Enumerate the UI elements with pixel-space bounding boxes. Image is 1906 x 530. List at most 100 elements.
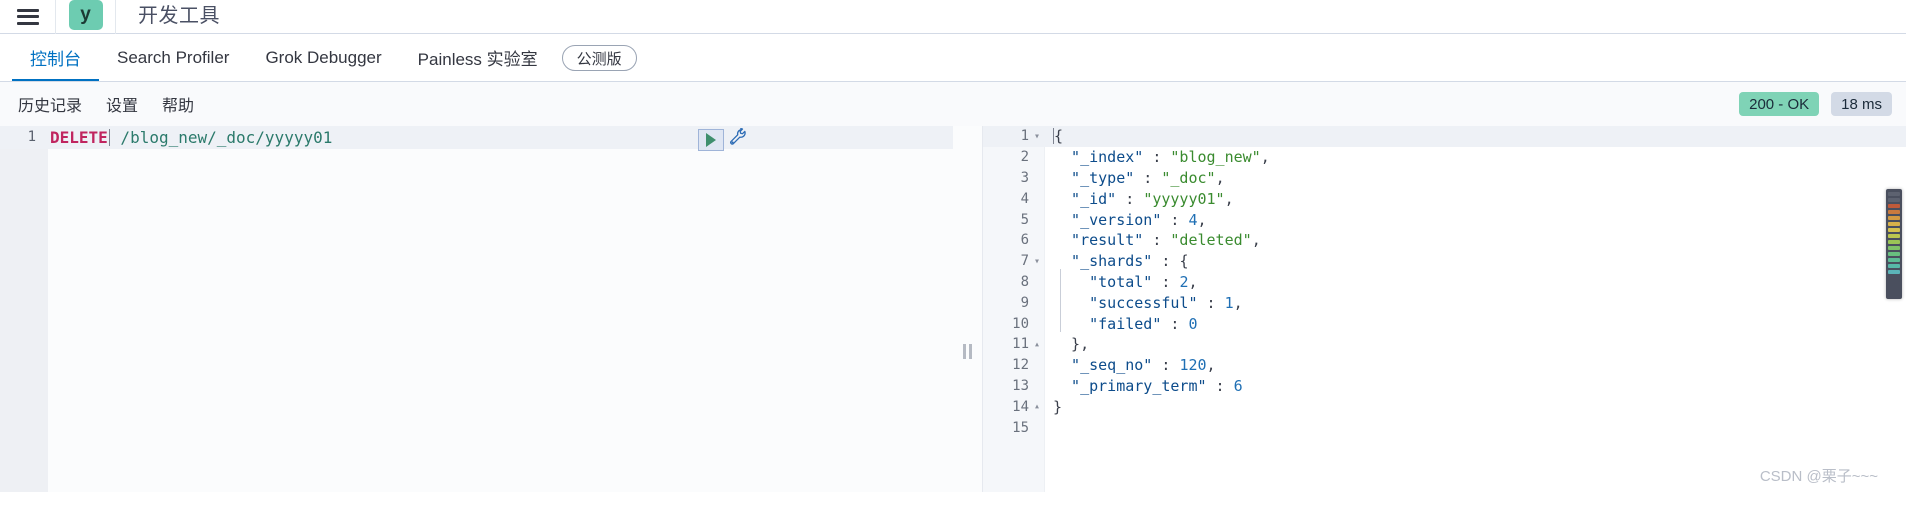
code-minimap[interactable] — [1886, 189, 1902, 299]
response-json[interactable]: 1 ▾{2 "_index" : "blog_new", 3 "_type" : "… — [983, 126, 1906, 492]
response-line: 6 "result" : "deleted", — [983, 230, 1906, 251]
response-status-group: 200 - OK 18 ms — [1739, 92, 1892, 116]
request-path: /blog_new/_doc/yyyyy01 — [110, 128, 333, 147]
response-line-text: "_primary_term" : 6 — [1053, 376, 1243, 395]
minimap-bar — [1888, 246, 1900, 250]
logo-badge: y — [68, 0, 103, 30]
top-chrome-bar: y 开发工具 — [0, 0, 1906, 34]
menu-item-help[interactable]: 帮助 — [150, 88, 206, 120]
response-line: 5 "_version" : 4, — [983, 209, 1906, 230]
pane-splitter[interactable] — [953, 126, 983, 492]
response-line: 1 ▾ { — [983, 126, 1906, 147]
minimap-bar — [1888, 240, 1900, 244]
splitter-grip-icon — [963, 344, 972, 359]
response-line: 11 ▴ }, — [983, 334, 1906, 355]
response-line-text: "result" : "deleted", — [1053, 231, 1261, 250]
minimap-bar — [1888, 270, 1900, 274]
request-actions — [698, 127, 748, 152]
response-line-number: 2 — [1020, 149, 1029, 166]
response-line-number: 4 — [1020, 190, 1029, 207]
response-line-text: "failed" : 0 — [1053, 314, 1198, 333]
request-gutter — [0, 126, 48, 492]
response-line-text: "total" : 2, — [1053, 272, 1198, 291]
code-fold-toggle-icon[interactable]: ▾ — [1029, 131, 1045, 142]
response-line-number: 1 — [1020, 128, 1029, 145]
response-line-number: 15 — [1012, 419, 1029, 436]
response-line-number: 10 — [1012, 315, 1029, 332]
minimap-bar — [1888, 258, 1900, 262]
minimap-bar — [1888, 204, 1900, 208]
console-split-view: 1 DELETE /blog_new/_doc/yyyyy01 1 ▾{2 "_i… — [0, 126, 1906, 492]
response-line-number: 7 — [1020, 253, 1029, 270]
tab-painless-lab[interactable]: Painless 实验室 — [400, 34, 556, 81]
code-fold-toggle-icon[interactable]: ▾ — [1029, 256, 1045, 267]
tab-console[interactable]: 控制台 — [12, 34, 99, 81]
console-menu-bar: 历史记录 设置 帮助 200 - OK 18 ms — [0, 82, 1906, 126]
app-logo-button[interactable]: y — [56, 0, 116, 34]
minimap-bar — [1888, 198, 1900, 202]
tab-grok-debugger-label: Grok Debugger — [265, 47, 382, 67]
request-editor-pane[interactable]: 1 DELETE /blog_new/_doc/yyyyy01 — [0, 126, 953, 492]
minimap-bar — [1888, 252, 1900, 256]
status-badge: 200 - OK — [1739, 92, 1820, 116]
play-triangle-icon — [706, 132, 716, 147]
beta-badge: 公测版 — [561, 45, 637, 71]
response-line-number: 8 — [1020, 273, 1029, 290]
response-time-badge: 18 ms — [1831, 92, 1892, 116]
tab-console-label: 控制台 — [30, 50, 81, 69]
minimap-bar — [1888, 222, 1900, 226]
response-line-text: "_seq_no" : 120, — [1053, 356, 1216, 375]
devtools-tabs: 控制台 Search Profiler Grok Debugger Painle… — [0, 34, 1906, 82]
code-fold-toggle-icon[interactable]: ▴ — [1029, 401, 1045, 412]
response-line: 14 ▴} — [983, 396, 1906, 417]
menu-item-settings[interactable]: 设置 — [94, 88, 150, 120]
response-line-text: "successful" : 1, — [1053, 293, 1243, 312]
response-line: 9 "successful" : 1, — [983, 292, 1906, 313]
response-line-number: 9 — [1020, 294, 1029, 311]
response-line-text: "_version" : 4, — [1053, 210, 1207, 229]
minimap-bar — [1888, 192, 1900, 196]
response-viewer-pane[interactable]: 1 ▾{2 "_index" : "blog_new", 3 "_type" : "… — [983, 126, 1906, 492]
response-line-number: 12 — [1012, 357, 1029, 374]
menu-item-history[interactable]: 历史记录 — [6, 88, 94, 120]
response-line-text: } — [1053, 397, 1063, 416]
response-line-text: "_id" : "yyyyy01", — [1053, 189, 1234, 208]
response-line: 12 "_seq_no" : 120, — [983, 355, 1906, 376]
tab-grok-debugger[interactable]: Grok Debugger — [247, 34, 399, 81]
page-title: 开发工具 — [138, 5, 220, 27]
code-fold-toggle-icon[interactable]: ▴ — [1029, 339, 1045, 350]
response-line-text: { — [1053, 127, 1064, 146]
request-query-text[interactable]: DELETE /blog_new/_doc/yyyyy01 — [50, 126, 332, 149]
response-line-number: 11 — [1012, 336, 1029, 353]
response-line: 15 — [983, 417, 1906, 438]
tab-painless-lab-label: Painless 实验室 — [417, 50, 538, 69]
response-line: 8 "total" : 2, — [983, 272, 1906, 293]
run-request-button[interactable] — [698, 128, 724, 151]
response-line-number: 14 — [1012, 398, 1029, 415]
wrench-icon[interactable] — [728, 127, 748, 152]
tab-search-profiler-label: Search Profiler — [117, 47, 230, 67]
minimap-bar — [1888, 234, 1900, 238]
response-line: 3 "_type" : "_doc", — [983, 168, 1906, 189]
minimap-bar — [1888, 210, 1900, 214]
response-line-number: 3 — [1020, 169, 1029, 186]
request-method: DELETE — [50, 128, 108, 147]
tab-search-profiler[interactable]: Search Profiler — [99, 34, 247, 81]
request-line-number: 1 — [27, 129, 36, 145]
request-editor-body[interactable] — [48, 149, 953, 492]
response-line-text: "_index" : "blog_new", — [1053, 148, 1270, 167]
response-line-number: 6 — [1020, 232, 1029, 249]
response-line: 7 ▾ "_shards" : { — [983, 251, 1906, 272]
response-line-text: "_type" : "_doc", — [1053, 168, 1225, 187]
response-line: 13 "_primary_term" : 6 — [983, 376, 1906, 397]
minimap-bar — [1888, 264, 1900, 268]
response-line: 2 "_index" : "blog_new", — [983, 147, 1906, 168]
text-cursor — [108, 129, 110, 146]
hamburger-menu-button[interactable] — [0, 0, 56, 34]
response-line-number: 13 — [1012, 377, 1029, 394]
minimap-bar — [1888, 216, 1900, 220]
response-line: 4 "_id" : "yyyyy01", — [983, 188, 1906, 209]
minimap-bar — [1888, 228, 1900, 232]
response-line-number: 5 — [1020, 211, 1029, 228]
hamburger-menu-icon — [16, 8, 39, 25]
